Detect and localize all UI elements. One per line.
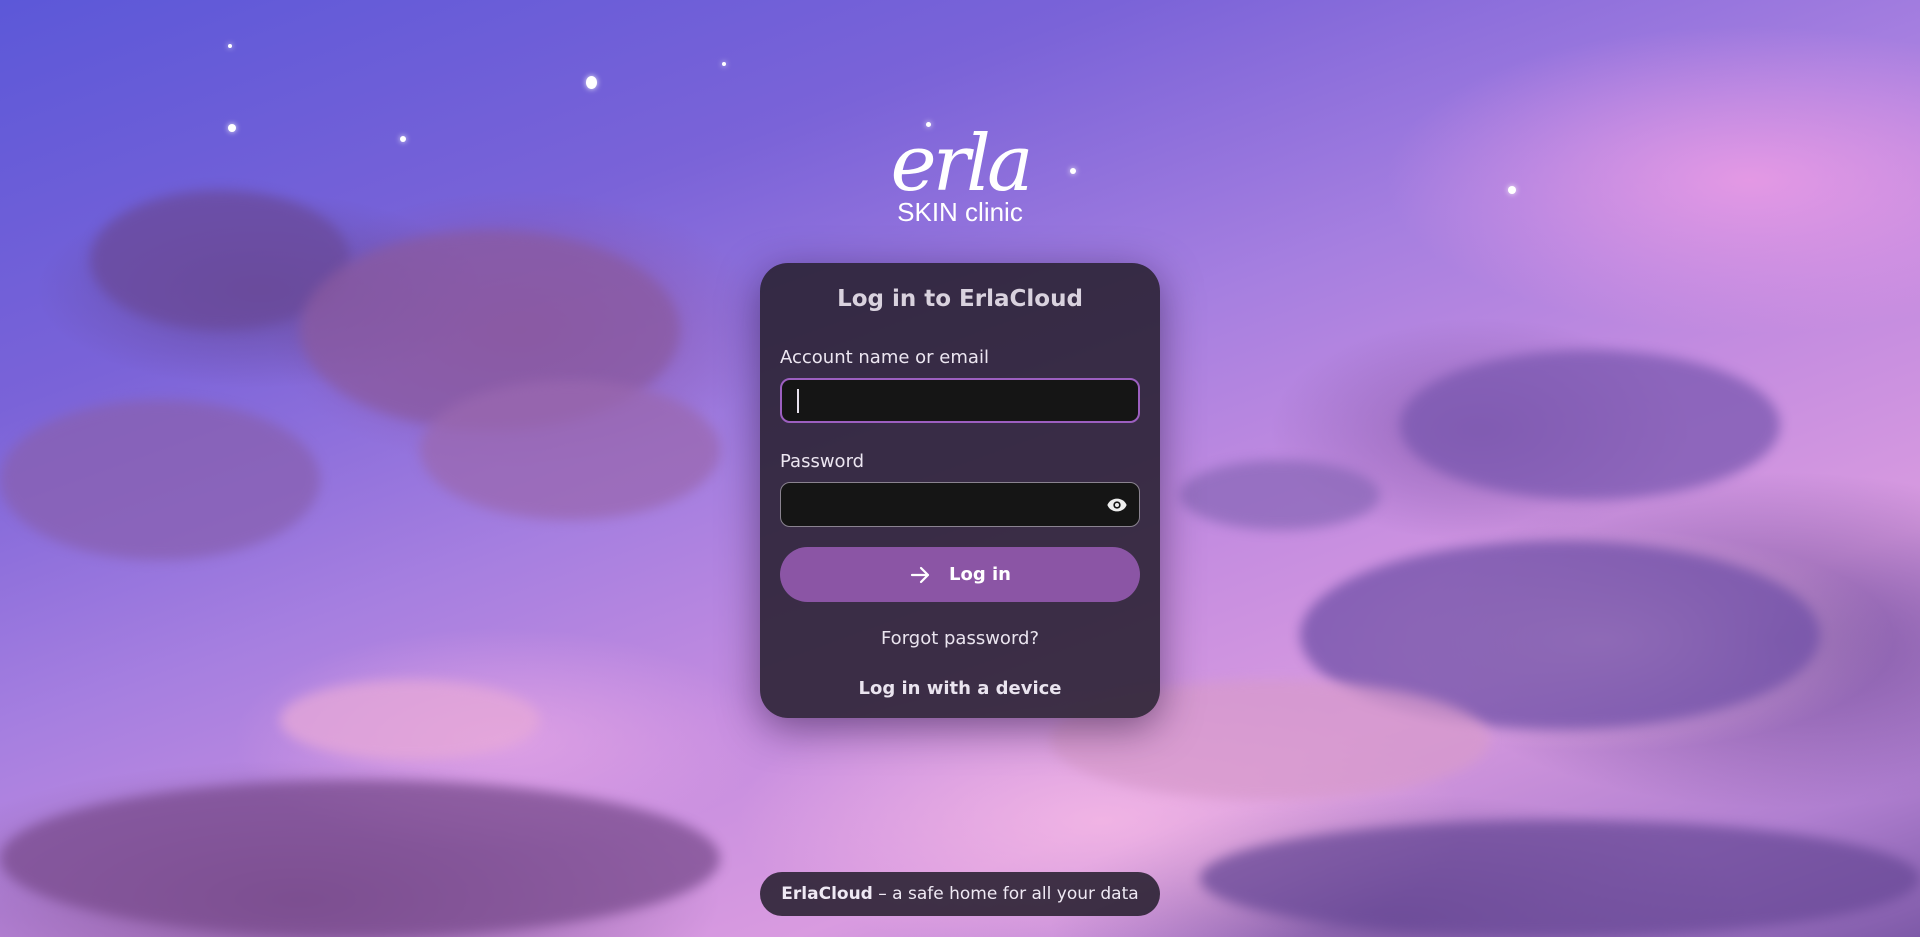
text-caret bbox=[797, 389, 799, 413]
device-login-link[interactable]: Log in with a device bbox=[780, 678, 1140, 700]
star bbox=[228, 44, 232, 48]
login-button-label: Log in bbox=[949, 564, 1011, 585]
footer-tagline: ErlaCloud – a safe home for all your dat… bbox=[760, 872, 1160, 916]
login-card: Log in to ErlaCloud Account name or emai… bbox=[760, 263, 1160, 718]
password-field[interactable] bbox=[780, 482, 1140, 527]
login-button[interactable]: Log in bbox=[780, 547, 1140, 602]
password-label: Password bbox=[780, 451, 865, 472]
cloud-shape bbox=[280, 680, 540, 760]
cloud-shape bbox=[1400, 350, 1780, 500]
cloud-shape bbox=[420, 380, 720, 520]
arrow-right-icon bbox=[909, 563, 933, 587]
account-label: Account name or email bbox=[780, 347, 989, 368]
star bbox=[1070, 168, 1076, 174]
cloud-shape bbox=[0, 780, 720, 937]
eye-icon[interactable] bbox=[1105, 493, 1129, 517]
brand-logo: erla SKIN clinic bbox=[860, 125, 1060, 227]
footer-brand: ErlaCloud bbox=[781, 884, 873, 904]
cloud-shape bbox=[0, 400, 320, 560]
forgot-password-link[interactable]: Forgot password? bbox=[780, 628, 1140, 650]
star bbox=[722, 62, 726, 66]
star bbox=[228, 124, 236, 132]
footer-text: – a safe home for all your data bbox=[872, 884, 1139, 904]
account-input[interactable] bbox=[782, 380, 1138, 421]
cloud-shape bbox=[1200, 820, 1920, 937]
login-title: Log in to ErlaCloud bbox=[837, 286, 1083, 312]
password-input[interactable] bbox=[781, 483, 1139, 526]
account-field[interactable] bbox=[780, 378, 1140, 423]
star bbox=[400, 136, 406, 142]
star bbox=[586, 76, 597, 89]
logo-wordmark: erla bbox=[890, 119, 1034, 209]
cloud-shape bbox=[1180, 460, 1380, 530]
star bbox=[1508, 186, 1516, 194]
